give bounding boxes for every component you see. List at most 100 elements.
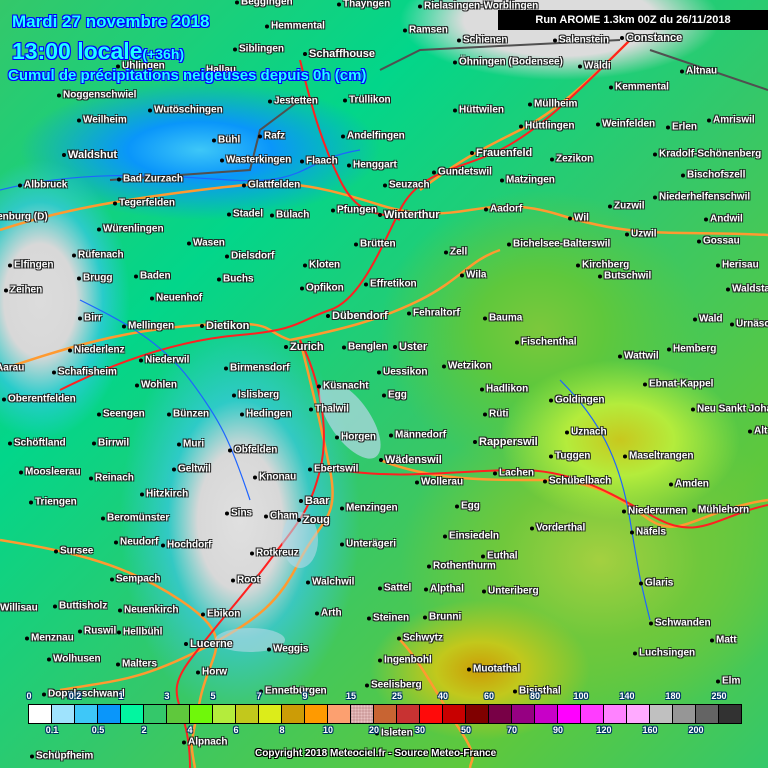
city-label: Mühlehorn — [692, 505, 749, 516]
legend-swatch — [696, 705, 719, 723]
legend-tick-label: 120 — [596, 725, 612, 735]
city-label: Jestetten — [268, 96, 318, 107]
legend-swatch — [581, 705, 604, 723]
city-label: Schübelbach — [543, 476, 611, 487]
city-label: Dietikon — [200, 320, 249, 332]
city-label: Neu Sankt Johann — [691, 404, 768, 415]
city-label: Rotkreuz — [250, 548, 299, 559]
city-label: Alpnach — [182, 737, 227, 748]
city-label: Waldstatt — [726, 284, 768, 295]
city-label: Sattel — [378, 583, 411, 594]
city-label: Birrwil — [92, 438, 129, 449]
city-label: Schaffhouse — [303, 48, 375, 60]
city-label: Steinen — [367, 613, 409, 624]
model-run-label: Run AROME 1.3km 00Z du 26/11/2018 — [498, 10, 768, 30]
legend-tick-label: 30 — [414, 725, 426, 735]
city-label: Einsiedeln — [443, 531, 499, 542]
legend-tick-label: 1 — [118, 691, 124, 701]
city-label: Wädenswil — [379, 454, 442, 466]
legend-tick-label: 40 — [437, 691, 449, 701]
city-label: Andelfingen — [341, 131, 405, 142]
city-label: Birmensdorf — [224, 363, 289, 374]
legend-swatch — [167, 705, 190, 723]
forecast-lead-time: (+36h) — [142, 46, 185, 62]
city-label: Matzingen — [500, 175, 555, 186]
city-label: Amriswil — [707, 115, 755, 126]
city-label: Constance — [620, 32, 682, 44]
city-label: Elm — [716, 676, 740, 687]
city-label: Unteriberg — [482, 586, 539, 597]
city-label: Bühl — [212, 135, 240, 146]
city-label: Wasterkingen — [220, 155, 291, 166]
city-label: Niederlenz — [68, 345, 125, 356]
city-label: Willisau — [0, 603, 38, 614]
legend-tick-label: 7 — [256, 691, 262, 701]
city-label: Uessikon — [377, 367, 427, 378]
city-label: Seelisberg — [365, 680, 422, 691]
legend-swatch — [673, 705, 696, 723]
city-label: Butschwil — [598, 271, 651, 282]
city-label: Gossau — [697, 236, 740, 247]
legend-swatch — [512, 705, 535, 723]
legend-tick-label: 50 — [460, 725, 472, 735]
city-label: Herisau — [716, 260, 759, 271]
city-label: Niederhelfenschwil — [653, 192, 750, 203]
city-label: Walchwil — [306, 577, 354, 588]
city-label: Schöftland — [8, 438, 66, 449]
city-label: Egg — [382, 390, 407, 401]
city-label: Islisberg — [232, 390, 279, 401]
legend-tick-label: 20 — [368, 725, 380, 735]
legend-tick-label: 6 — [233, 725, 239, 735]
forecast-time: 13:00 locale(+36h) — [12, 38, 184, 65]
city-label: Alpthal — [424, 584, 464, 595]
legend-swatch — [190, 705, 213, 723]
city-label: Wila — [460, 270, 486, 281]
city-label: Arth — [315, 608, 342, 619]
city-label: Buchs — [217, 274, 254, 285]
legend-tick-label: 60 — [483, 691, 495, 701]
city-label: Weinfelden — [596, 119, 655, 130]
legend-swatch — [535, 705, 558, 723]
city-label: Doppleschwand — [42, 689, 125, 700]
legend-tick-label: 3 — [164, 691, 170, 701]
legend-tick-label: 15 — [345, 691, 357, 701]
legend-swatch — [558, 705, 581, 723]
city-label: Opfikon — [300, 283, 344, 294]
city-label: Kradolf-Schönenberg — [653, 149, 761, 160]
legend-swatch — [374, 705, 397, 723]
city-label: Niederwil — [139, 355, 189, 366]
city-label: Luchsingen — [633, 648, 695, 659]
city-label: Henggart — [347, 160, 397, 171]
forecast-time-value: 13:00 locale — [12, 38, 143, 64]
city-label: Wollerau — [415, 477, 463, 488]
city-label: Rüti — [483, 409, 508, 420]
city-label: Seuzach — [383, 180, 430, 191]
city-label: Rapperswil — [473, 436, 538, 448]
city-label: Zoug — [297, 514, 330, 526]
city-label: Bauma — [483, 313, 522, 324]
city-label: Glaris — [639, 578, 673, 589]
legend-tick-label: 70 — [506, 725, 518, 735]
city-label: Egg — [455, 501, 480, 512]
city-label: Hüttwilen — [453, 105, 504, 116]
city-label: Fischenthal — [515, 337, 577, 348]
city-label: Goldingen — [549, 395, 604, 406]
legend-swatch — [420, 705, 443, 723]
city-label: Bad Zurzach — [117, 174, 183, 185]
city-label: Isleten — [375, 728, 413, 739]
city-label: Erlen — [666, 122, 697, 133]
city-label: Aarau — [0, 363, 24, 374]
city-label: Trüllikon — [343, 95, 391, 106]
legend-swatch — [397, 705, 420, 723]
city-label: Noggenschwiel — [57, 90, 136, 101]
city-label: Beromünster — [101, 513, 169, 524]
city-label: Küsnacht — [317, 381, 369, 392]
city-label: Sempach — [110, 574, 160, 585]
city-label: Bünzen — [167, 409, 209, 420]
city-label: Winterthur — [378, 209, 440, 221]
city-label: Zeihen — [4, 285, 42, 296]
city-label: Uzwil — [625, 229, 657, 240]
city-label: Hochdorf — [161, 540, 211, 551]
city-label: Wutöschingen — [148, 105, 223, 116]
city-label: Ruswil — [78, 626, 116, 637]
